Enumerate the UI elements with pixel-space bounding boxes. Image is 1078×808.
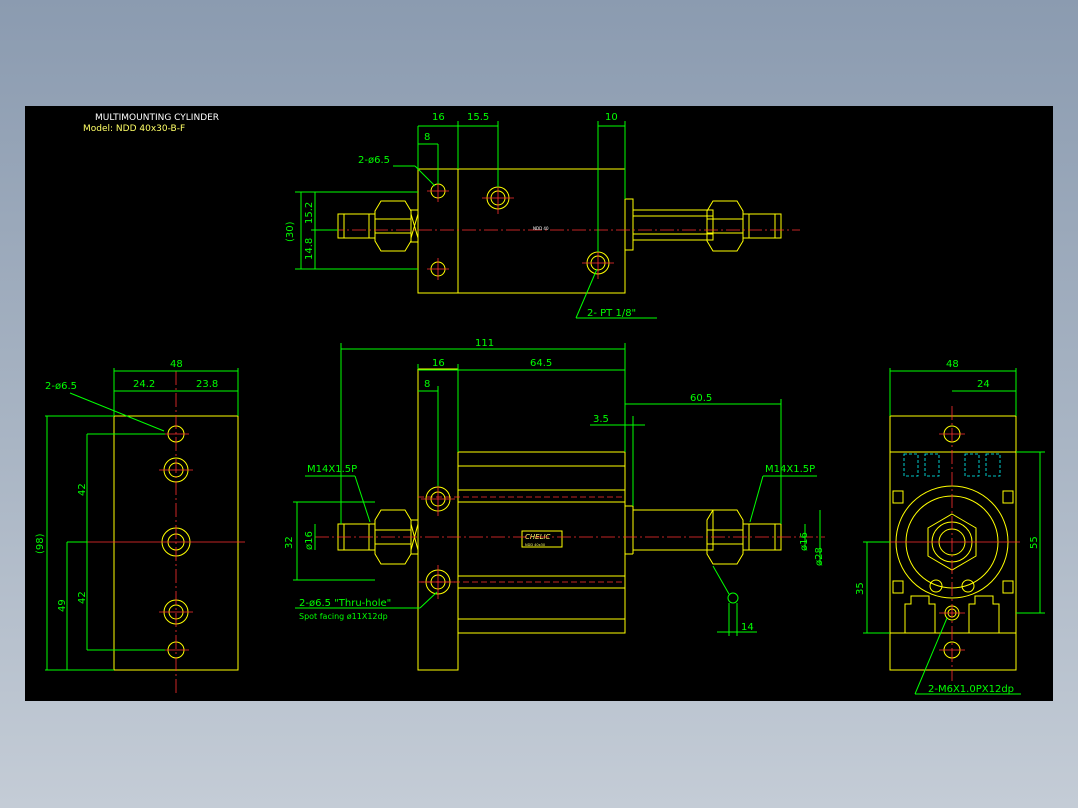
- dim-left-24-2: 24.2: [133, 379, 155, 390]
- dim-left-23-8: 23.8: [196, 379, 218, 390]
- dim-top-16: 16: [432, 112, 445, 123]
- dim-front-3-5: 3.5: [593, 414, 609, 425]
- right-end-view: 48 24 55 35 2-M6X1.0PX12dp: [855, 359, 1045, 695]
- dim-top-10: 10: [605, 112, 618, 123]
- dim-top-8: 8: [424, 132, 430, 143]
- front-view: CHELIC NDD 40x30 111 16 64.5 8 60.5 3.5 …: [284, 338, 825, 671]
- right-thread-note: 2-M6X1.0PX12dp: [928, 684, 1014, 695]
- cad-drawing: MULTIMOUNTING CYLINDER Model: NDD 40x30-…: [35, 112, 1045, 696]
- drawing-model: Model: NDD 40x30-B-F: [83, 124, 185, 134]
- dim-top-14-8: 14.8: [304, 238, 315, 260]
- dim-front-111: 111: [475, 338, 494, 349]
- dim-top-15-5: 15.5: [467, 112, 489, 123]
- dim-right-48: 48: [946, 359, 959, 370]
- dim-left-98: (98): [35, 533, 46, 554]
- dim-front-16: 16: [432, 358, 445, 369]
- dim-left-42b: 42: [77, 591, 88, 604]
- front-dia28: ø28: [814, 547, 825, 566]
- dim-left-49: 49: [57, 599, 68, 612]
- dim-right-55: 55: [1029, 536, 1040, 549]
- front-dia16-right: ø16: [799, 532, 810, 551]
- dim-front-32: 32: [284, 536, 295, 549]
- front-dia16-left: ø16: [304, 531, 315, 550]
- front-hole-note: 2-ø6.5 "Thru-hole": [299, 598, 391, 609]
- top-view: NDD 40 16 15.5 10 8 15.2 14.8 (30) 2-ø6.…: [285, 112, 800, 319]
- drawing-title: MULTIMOUNTING CYLINDER: [95, 113, 219, 123]
- dim-front-14: 14: [741, 622, 754, 633]
- left-end-view: 48 24.2 23.8 2-ø6.5 (98) 42 42 49: [35, 359, 245, 696]
- dim-top-30: (30): [285, 221, 296, 242]
- dim-front-60-5: 60.5: [690, 393, 712, 404]
- top-port-note: 2- PT 1/8": [587, 308, 636, 319]
- top-hole-note: 2-ø6.5: [358, 155, 390, 166]
- front-logo-sub: NDD 40x30: [525, 543, 545, 547]
- dim-front-64-5: 64.5: [530, 358, 552, 369]
- drawing-canvas: MULTIMOUNTING CYLINDER Model: NDD 40x30-…: [25, 106, 1053, 701]
- dim-left-42a: 42: [77, 483, 88, 496]
- tiny-model-text: NDD 40: [533, 226, 549, 231]
- dim-right-35: 35: [855, 582, 866, 595]
- front-thread-left: M14X1.5P: [307, 464, 357, 475]
- front-thread-right: M14X1.5P: [765, 464, 815, 475]
- dim-top-15-2: 15.2: [304, 202, 315, 224]
- dim-right-24: 24: [977, 379, 990, 390]
- dim-front-8: 8: [424, 379, 430, 390]
- dim-left-48: 48: [170, 359, 183, 370]
- left-hole-note: 2-ø6.5: [45, 381, 77, 392]
- front-spot-note: Spot facing ø11X12dp: [299, 612, 388, 621]
